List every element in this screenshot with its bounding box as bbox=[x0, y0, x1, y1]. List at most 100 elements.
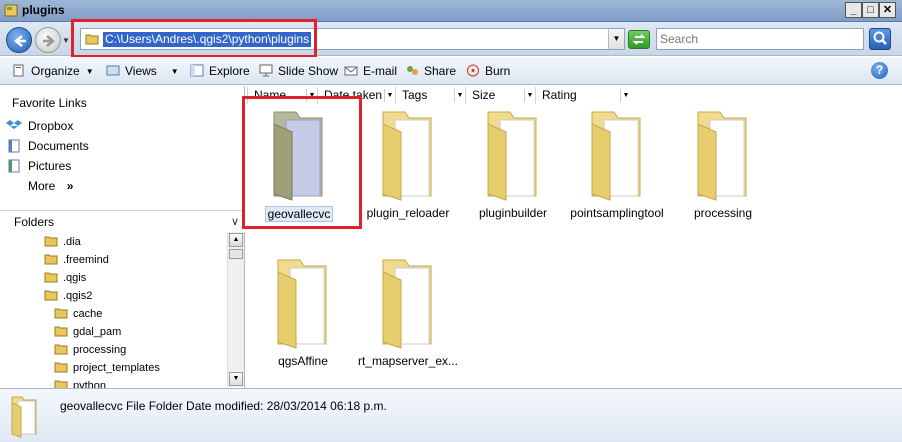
forward-button[interactable] bbox=[35, 27, 61, 53]
folder-icon bbox=[54, 326, 68, 337]
slideshow-button[interactable]: Slide Show bbox=[259, 63, 338, 79]
tree-item[interactable]: gdal_pam bbox=[54, 323, 121, 341]
chevron-down-icon[interactable]: ▼ bbox=[384, 89, 395, 102]
folder-tree-scrollbar[interactable]: ▲ ▼ bbox=[227, 232, 244, 387]
folder-name: processing bbox=[693, 206, 753, 220]
search-input[interactable]: Search bbox=[656, 28, 864, 50]
tree-item-label: gdal_pam bbox=[73, 326, 122, 338]
favorite-item-documents[interactable]: Documents bbox=[6, 137, 89, 155]
tree-item[interactable]: processing bbox=[54, 341, 126, 359]
recent-pages-dropdown[interactable]: ▼ bbox=[62, 36, 70, 45]
details-pane: geovallecvc File Folder Date modified: 2… bbox=[0, 388, 902, 442]
folder-icon bbox=[54, 308, 68, 319]
folder-icon bbox=[277, 259, 327, 349]
folder-icon bbox=[11, 396, 37, 438]
back-button[interactable] bbox=[6, 27, 32, 53]
column-header-label: Rating bbox=[542, 88, 577, 102]
details-text: geovallecvc File Folder Date modified: 2… bbox=[60, 399, 387, 413]
search-button[interactable] bbox=[869, 28, 891, 50]
arrow-left-icon bbox=[14, 35, 26, 47]
folder-icon bbox=[44, 236, 58, 247]
folder-item-plugin-reloader[interactable]: plugin_reloader bbox=[355, 106, 461, 220]
tree-item[interactable]: .freemind bbox=[44, 251, 109, 269]
scroll-thumb[interactable] bbox=[229, 249, 243, 259]
folder-icon bbox=[44, 290, 58, 301]
email-button[interactable]: E-mail bbox=[344, 63, 397, 79]
more-label: More bbox=[28, 179, 56, 193]
tree-item[interactable]: .qgis bbox=[44, 269, 86, 287]
navigation-pane: Favorite Links Dropbox Documents Picture… bbox=[0, 86, 245, 388]
tree-item-label: processing bbox=[73, 344, 127, 356]
share-icon bbox=[407, 66, 418, 75]
selected-folder-highlight-box bbox=[242, 96, 362, 229]
organize-icon bbox=[13, 64, 24, 77]
close-button[interactable]: ✕ bbox=[879, 2, 896, 18]
tree-item[interactable]: cache bbox=[54, 305, 102, 323]
refresh-button[interactable] bbox=[628, 30, 650, 49]
favorite-item-label: Pictures bbox=[28, 159, 72, 173]
tree-item-label: python bbox=[73, 380, 107, 388]
folder-item-pointsamplingtool[interactable]: pointsamplingtool bbox=[564, 106, 670, 220]
folder-item-qgsaffine[interactable]: qgsAffine bbox=[250, 254, 356, 368]
tree-item-label: .freemind bbox=[63, 254, 109, 266]
explore-label: Explore bbox=[209, 64, 250, 78]
share-label: Share bbox=[424, 64, 457, 78]
chevron-down-icon[interactable]: ▼ bbox=[454, 89, 465, 102]
favorite-item-label: Documents bbox=[28, 139, 89, 153]
folder-icon bbox=[382, 111, 432, 201]
tree-item[interactable]: .qgis2 bbox=[44, 287, 92, 305]
favorite-item-pictures[interactable]: Pictures bbox=[6, 157, 71, 175]
chevron-down-icon[interactable]: ▼ bbox=[524, 89, 535, 102]
scroll-down-button[interactable]: ▼ bbox=[229, 372, 243, 386]
column-header-rating[interactable]: Rating ▼ bbox=[535, 87, 631, 104]
tree-item[interactable]: .dia bbox=[44, 233, 81, 251]
folder-name: pointsamplingtool bbox=[570, 206, 664, 220]
folder-item-pluginbuilder[interactable]: pluginbuilder bbox=[460, 106, 566, 220]
folder-icon bbox=[44, 254, 58, 265]
disc-icon bbox=[467, 64, 479, 77]
views-label: Views bbox=[125, 64, 157, 78]
chevron-down-icon: ∨ bbox=[230, 216, 239, 228]
email-icon bbox=[344, 66, 358, 76]
tree-item[interactable]: python bbox=[54, 377, 106, 388]
column-header-label: Size bbox=[472, 88, 496, 102]
slideshow-label: Slide Show bbox=[278, 64, 339, 78]
column-header-size[interactable]: Size ▼ bbox=[465, 87, 535, 104]
documents-icon bbox=[8, 139, 20, 153]
arrow-right-icon bbox=[43, 35, 55, 47]
scroll-up-button[interactable]: ▲ bbox=[229, 233, 243, 247]
burn-button[interactable]: Burn bbox=[466, 63, 510, 79]
maximize-button[interactable]: □ bbox=[862, 2, 879, 18]
explore-icon bbox=[190, 64, 204, 77]
folders-pane-header[interactable]: Folders ∨ bbox=[0, 210, 245, 232]
address-highlight-box bbox=[71, 19, 317, 58]
share-button[interactable]: Share bbox=[405, 63, 456, 79]
chevron-down-icon: ▼ bbox=[170, 67, 179, 76]
folder-item-rt-mapserver[interactable]: rt_mapserver_ex... bbox=[355, 254, 461, 368]
folder-icon bbox=[44, 272, 58, 283]
tree-item-label: .dia bbox=[63, 236, 81, 248]
favorite-item-dropbox[interactable]: Dropbox bbox=[6, 117, 73, 135]
column-header-label: Tags bbox=[402, 88, 428, 102]
folder-app-icon bbox=[4, 4, 18, 17]
dropbox-icon bbox=[6, 120, 22, 129]
folder-name: plugin_reloader bbox=[366, 206, 450, 220]
folder-item-processing[interactable]: processing bbox=[670, 106, 776, 220]
tree-item-label: project_templates bbox=[73, 362, 160, 374]
folders-heading: Folders bbox=[14, 215, 55, 229]
organize-label: Organize bbox=[31, 64, 80, 78]
organize-button[interactable]: Organize ▼ bbox=[12, 63, 94, 79]
folder-icon bbox=[697, 111, 747, 201]
tree-item[interactable]: project_templates bbox=[54, 359, 160, 377]
folder-name: pluginbuilder bbox=[478, 206, 548, 220]
favorites-more-button[interactable]: More » bbox=[28, 177, 73, 195]
address-dropdown-button[interactable]: ▼ bbox=[608, 29, 624, 49]
views-button[interactable]: Views ▼ bbox=[106, 63, 179, 79]
help-icon: ? bbox=[875, 63, 884, 77]
help-button[interactable]: ? bbox=[871, 62, 888, 79]
column-header-tags[interactable]: Tags ▼ bbox=[395, 87, 465, 104]
explore-button[interactable]: Explore bbox=[190, 63, 250, 79]
folder-icon bbox=[54, 362, 68, 373]
minimize-button[interactable]: _ bbox=[845, 2, 862, 18]
chevron-down-icon[interactable]: ▼ bbox=[620, 89, 631, 102]
